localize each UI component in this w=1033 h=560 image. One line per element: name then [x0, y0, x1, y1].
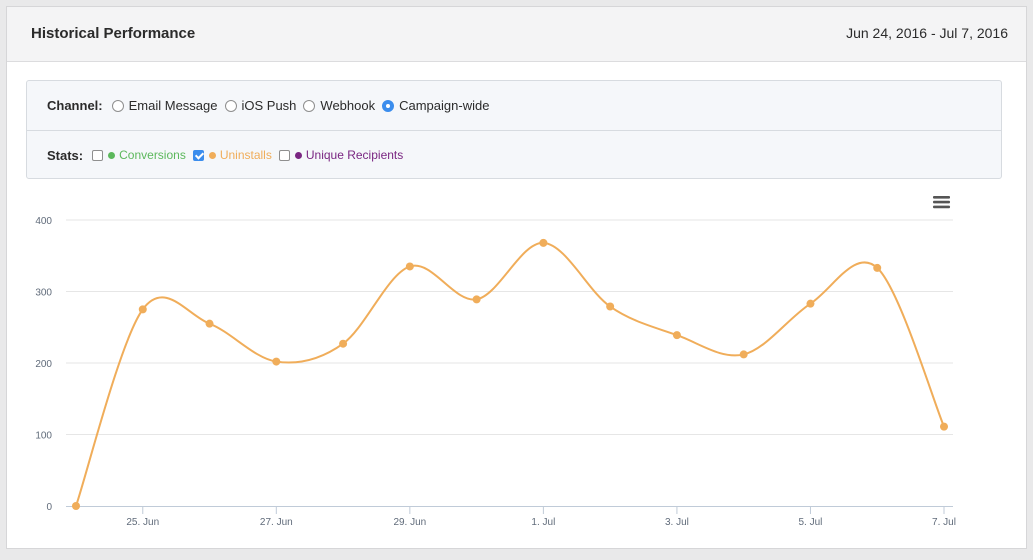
uninstalls-data-point[interactable] — [472, 295, 481, 304]
uninstalls-data-point[interactable] — [72, 502, 80, 510]
uninstalls-data-point[interactable] — [405, 262, 414, 271]
uninstalls-data-point[interactable] — [205, 319, 214, 328]
y-tick-label: 400 — [35, 216, 52, 227]
x-tick-label: 27. Jun — [260, 517, 293, 528]
uninstalls-data-point[interactable] — [539, 238, 548, 247]
uninstalls-series-line — [75, 241, 945, 507]
uninstalls-data-point[interactable] — [138, 305, 147, 314]
y-tick-label: 0 — [46, 502, 52, 513]
x-tick-label: 7. Jul — [932, 517, 956, 528]
y-tick-label: 100 — [35, 431, 52, 442]
uninstalls-data-point[interactable] — [806, 299, 815, 308]
axis-layer: 0 100 200 300 400 25. Jun 27. Jun 29. Jun 1. Jul… — [35, 216, 956, 528]
chart-menu-icon[interactable] — [933, 196, 950, 209]
y-tick-label: 200 — [35, 359, 52, 370]
uninstalls-data-point[interactable] — [672, 331, 681, 340]
x-tick-label: 5. Jul — [799, 517, 823, 528]
uninstalls-data-point[interactable] — [272, 357, 281, 366]
uninstalls-line-chart: 0 100 200 300 400 25. Jun 27. Jun 29. Jun 1. Jul… — [35, 196, 956, 528]
uninstalls-data-point[interactable] — [606, 302, 615, 311]
uninstalls-data-point[interactable] — [739, 350, 748, 359]
uninstalls-data-point[interactable] — [873, 263, 882, 272]
x-tick-label: 3. Jul — [665, 517, 689, 528]
uninstalls-data-point[interactable] — [940, 422, 948, 431]
uninstalls-data-point[interactable] — [339, 339, 348, 348]
series-layer — [72, 238, 948, 510]
y-tick-label: 300 — [35, 288, 52, 299]
x-tick-label: 29. Jun — [393, 517, 426, 528]
x-tick-label: 1. Jul — [531, 517, 555, 528]
grid-layer — [66, 219, 953, 435]
x-tick-label: 25. Jun — [126, 517, 159, 528]
